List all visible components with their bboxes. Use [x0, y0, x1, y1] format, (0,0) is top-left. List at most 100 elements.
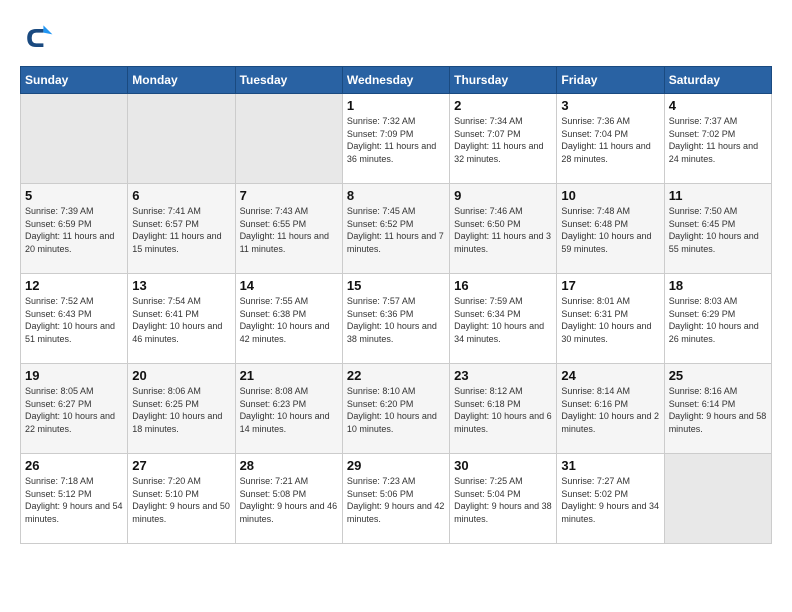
calendar-cell: 12 Sunrise: 7:52 AMSunset: 6:43 PMDayligh… [21, 274, 128, 364]
calendar-cell: 5 Sunrise: 7:39 AMSunset: 6:59 PMDaylight… [21, 184, 128, 274]
day-header-friday: Friday [557, 67, 664, 94]
day-header-sunday: Sunday [21, 67, 128, 94]
calendar-cell [128, 94, 235, 184]
calendar-week-row: 19 Sunrise: 8:05 AMSunset: 6:27 PMDayligh… [21, 364, 772, 454]
day-info: Sunrise: 7:23 AMSunset: 5:06 PMDaylight:… [347, 475, 445, 525]
day-info: Sunrise: 7:59 AMSunset: 6:34 PMDaylight:… [454, 295, 552, 345]
calendar-cell: 24 Sunrise: 8:14 AMSunset: 6:16 PMDayligh… [557, 364, 664, 454]
day-info: Sunrise: 7:45 AMSunset: 6:52 PMDaylight:… [347, 205, 445, 255]
day-number: 1 [347, 98, 445, 113]
day-info: Sunrise: 8:08 AMSunset: 6:23 PMDaylight:… [240, 385, 338, 435]
day-number: 7 [240, 188, 338, 203]
day-header-tuesday: Tuesday [235, 67, 342, 94]
day-number: 17 [561, 278, 659, 293]
day-number: 5 [25, 188, 123, 203]
day-number: 18 [669, 278, 767, 293]
calendar-cell [235, 94, 342, 184]
day-info: Sunrise: 8:16 AMSunset: 6:14 PMDaylight:… [669, 385, 767, 435]
day-number: 29 [347, 458, 445, 473]
day-info: Sunrise: 7:36 AMSunset: 7:04 PMDaylight:… [561, 115, 659, 165]
calendar-header-row: SundayMondayTuesdayWednesdayThursdayFrid… [21, 67, 772, 94]
day-number: 6 [132, 188, 230, 203]
day-info: Sunrise: 7:27 AMSunset: 5:02 PMDaylight:… [561, 475, 659, 525]
day-info: Sunrise: 8:14 AMSunset: 6:16 PMDaylight:… [561, 385, 659, 435]
calendar-cell: 13 Sunrise: 7:54 AMSunset: 6:41 PMDayligh… [128, 274, 235, 364]
day-number: 3 [561, 98, 659, 113]
calendar-cell: 3 Sunrise: 7:36 AMSunset: 7:04 PMDaylight… [557, 94, 664, 184]
calendar-cell: 1 Sunrise: 7:32 AMSunset: 7:09 PMDaylight… [342, 94, 449, 184]
calendar-cell: 31 Sunrise: 7:27 AMSunset: 5:02 PMDayligh… [557, 454, 664, 544]
day-info: Sunrise: 8:05 AMSunset: 6:27 PMDaylight:… [25, 385, 123, 435]
day-number: 19 [25, 368, 123, 383]
day-number: 28 [240, 458, 338, 473]
calendar-cell: 18 Sunrise: 8:03 AMSunset: 6:29 PMDayligh… [664, 274, 771, 364]
day-info: Sunrise: 7:18 AMSunset: 5:12 PMDaylight:… [25, 475, 123, 525]
day-info: Sunrise: 7:46 AMSunset: 6:50 PMDaylight:… [454, 205, 552, 255]
calendar-week-row: 12 Sunrise: 7:52 AMSunset: 6:43 PMDayligh… [21, 274, 772, 364]
calendar-cell: 10Sunrise: 7:48 AMSunset: 6:48 PMDayligh… [557, 184, 664, 274]
day-header-wednesday: Wednesday [342, 67, 449, 94]
calendar-cell: 26 Sunrise: 7:18 AMSunset: 5:12 PMDayligh… [21, 454, 128, 544]
calendar-cell: 21 Sunrise: 8:08 AMSunset: 6:23 PMDayligh… [235, 364, 342, 454]
day-info: Sunrise: 7:52 AMSunset: 6:43 PMDaylight:… [25, 295, 123, 345]
calendar-cell: 23 Sunrise: 8:12 AMSunset: 6:18 PMDayligh… [450, 364, 557, 454]
day-info: Sunrise: 7:43 AMSunset: 6:55 PMDaylight:… [240, 205, 338, 255]
day-info: Sunrise: 7:41 AMSunset: 6:57 PMDaylight:… [132, 205, 230, 255]
day-header-thursday: Thursday [450, 67, 557, 94]
day-info: Sunrise: 8:03 AMSunset: 6:29 PMDaylight:… [669, 295, 767, 345]
day-number: 24 [561, 368, 659, 383]
day-number: 25 [669, 368, 767, 383]
calendar-week-row: 26 Sunrise: 7:18 AMSunset: 5:12 PMDayligh… [21, 454, 772, 544]
day-info: Sunrise: 7:54 AMSunset: 6:41 PMDaylight:… [132, 295, 230, 345]
day-header-saturday: Saturday [664, 67, 771, 94]
calendar-cell: 25 Sunrise: 8:16 AMSunset: 6:14 PMDayligh… [664, 364, 771, 454]
day-number: 31 [561, 458, 659, 473]
day-number: 26 [25, 458, 123, 473]
day-info: Sunrise: 8:10 AMSunset: 6:20 PMDaylight:… [347, 385, 445, 435]
day-info: Sunrise: 7:34 AMSunset: 7:07 PMDaylight:… [454, 115, 552, 165]
calendar-cell: 30 Sunrise: 7:25 AMSunset: 5:04 PMDayligh… [450, 454, 557, 544]
day-info: Sunrise: 8:12 AMSunset: 6:18 PMDaylight:… [454, 385, 552, 435]
calendar-week-row: 1 Sunrise: 7:32 AMSunset: 7:09 PMDaylight… [21, 94, 772, 184]
calendar-cell: 16 Sunrise: 7:59 AMSunset: 6:34 PMDayligh… [450, 274, 557, 364]
day-number: 4 [669, 98, 767, 113]
calendar-cell: 14 Sunrise: 7:55 AMSunset: 6:38 PMDayligh… [235, 274, 342, 364]
day-number: 9 [454, 188, 552, 203]
calendar-cell: 6 Sunrise: 7:41 AMSunset: 6:57 PMDaylight… [128, 184, 235, 274]
day-info: Sunrise: 7:48 AMSunset: 6:48 PMDaylight:… [561, 205, 659, 255]
day-number: 16 [454, 278, 552, 293]
calendar-cell: 7 Sunrise: 7:43 AMSunset: 6:55 PMDaylight… [235, 184, 342, 274]
day-info: Sunrise: 7:55 AMSunset: 6:38 PMDaylight:… [240, 295, 338, 345]
day-number: 21 [240, 368, 338, 383]
logo [20, 20, 62, 56]
logo-icon [20, 20, 56, 56]
day-info: Sunrise: 7:20 AMSunset: 5:10 PMDaylight:… [132, 475, 230, 525]
day-number: 30 [454, 458, 552, 473]
calendar-cell [664, 454, 771, 544]
day-info: Sunrise: 7:32 AMSunset: 7:09 PMDaylight:… [347, 115, 445, 165]
calendar-cell: 9 Sunrise: 7:46 AMSunset: 6:50 PMDaylight… [450, 184, 557, 274]
calendar-cell: 19 Sunrise: 8:05 AMSunset: 6:27 PMDayligh… [21, 364, 128, 454]
day-number: 23 [454, 368, 552, 383]
day-info: Sunrise: 7:39 AMSunset: 6:59 PMDaylight:… [25, 205, 123, 255]
calendar-cell: 15 Sunrise: 7:57 AMSunset: 6:36 PMDayligh… [342, 274, 449, 364]
day-info: Sunrise: 8:06 AMSunset: 6:25 PMDaylight:… [132, 385, 230, 435]
day-number: 14 [240, 278, 338, 293]
calendar-cell: 22 Sunrise: 8:10 AMSunset: 6:20 PMDayligh… [342, 364, 449, 454]
day-number: 12 [25, 278, 123, 293]
day-number: 22 [347, 368, 445, 383]
calendar-cell: 17Sunrise: 8:01 AMSunset: 6:31 PMDayligh… [557, 274, 664, 364]
calendar-cell: 20Sunrise: 8:06 AMSunset: 6:25 PMDayligh… [128, 364, 235, 454]
day-number: 11 [669, 188, 767, 203]
day-number: 15 [347, 278, 445, 293]
day-number: 8 [347, 188, 445, 203]
calendar-cell: 11Sunrise: 7:50 AMSunset: 6:45 PMDayligh… [664, 184, 771, 274]
day-info: Sunrise: 7:25 AMSunset: 5:04 PMDaylight:… [454, 475, 552, 525]
day-info: Sunrise: 7:37 AMSunset: 7:02 PMDaylight:… [669, 115, 767, 165]
calendar-cell: 4 Sunrise: 7:37 AMSunset: 7:02 PMDaylight… [664, 94, 771, 184]
day-number: 13 [132, 278, 230, 293]
calendar-week-row: 5 Sunrise: 7:39 AMSunset: 6:59 PMDaylight… [21, 184, 772, 274]
calendar-cell: 8 Sunrise: 7:45 AMSunset: 6:52 PMDaylight… [342, 184, 449, 274]
day-info: Sunrise: 7:57 AMSunset: 6:36 PMDaylight:… [347, 295, 445, 345]
calendar-cell: 28Sunrise: 7:21 AMSunset: 5:08 PMDayligh… [235, 454, 342, 544]
